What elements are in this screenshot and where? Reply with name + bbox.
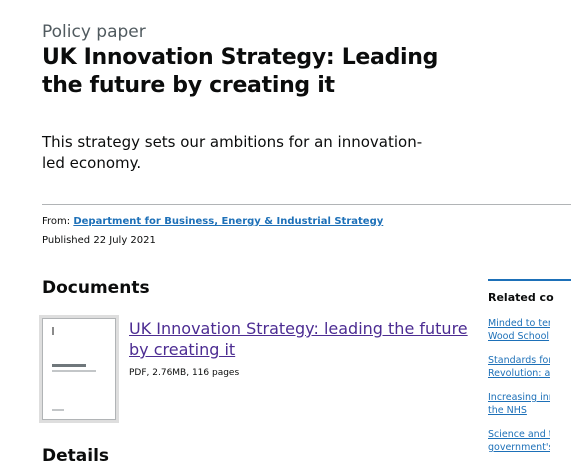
document-link[interactable]: UK Innovation Strategy: leading the futu…: [129, 319, 468, 359]
published-label: Published: [42, 235, 91, 246]
crest-icon: [52, 327, 66, 335]
documents-heading: Documents: [42, 278, 150, 298]
related-link[interactable]: Increasing inr the NHS: [488, 392, 550, 416]
document-thumbnail[interactable]: [42, 318, 116, 420]
related-link-item: Standards for Revolution: a: [488, 354, 550, 380]
related-link-item: Increasing inr the NHS: [488, 391, 550, 417]
details-heading: Details: [42, 446, 110, 466]
thumbnail-subtitle-line: [52, 370, 96, 372]
document-title: UK Innovation Strategy: leading the futu…: [129, 318, 474, 360]
related-content-list: Minded to ter Wood School Standards for Re…: [488, 317, 550, 465]
document-type-caption: Policy paper: [42, 22, 146, 42]
page-title: UK Innovation Strategy: Leading the futu…: [42, 45, 439, 98]
document-file-info: PDF, 2.76MB, 116 pages: [129, 368, 240, 378]
related-link[interactable]: Minded to ter Wood School: [488, 318, 550, 342]
related-link[interactable]: Standards for Revolution: a: [488, 355, 550, 379]
related-content-top-border: [488, 279, 571, 281]
metadata-divider: [42, 204, 571, 205]
related-content-heading: Related co: [488, 291, 554, 304]
from-label: From:: [42, 216, 71, 227]
related-link[interactable]: Science and t government's: [488, 429, 550, 453]
published-date: 22 July 2021: [93, 235, 156, 246]
organisation-link[interactable]: Department for Business, Energy & Indust…: [73, 216, 383, 227]
page-lead-summary: This strategy sets our ambitions for an …: [42, 133, 423, 172]
related-link-item: Minded to ter Wood School: [488, 317, 550, 343]
metadata-from: From: Department for Business, Energy & …: [42, 215, 383, 229]
related-link-item: Science and t government's: [488, 428, 550, 454]
thumbnail-title-line: [52, 364, 86, 367]
metadata-published: Published 22 July 2021: [42, 234, 156, 248]
thumbnail-footer-line: [52, 409, 64, 411]
